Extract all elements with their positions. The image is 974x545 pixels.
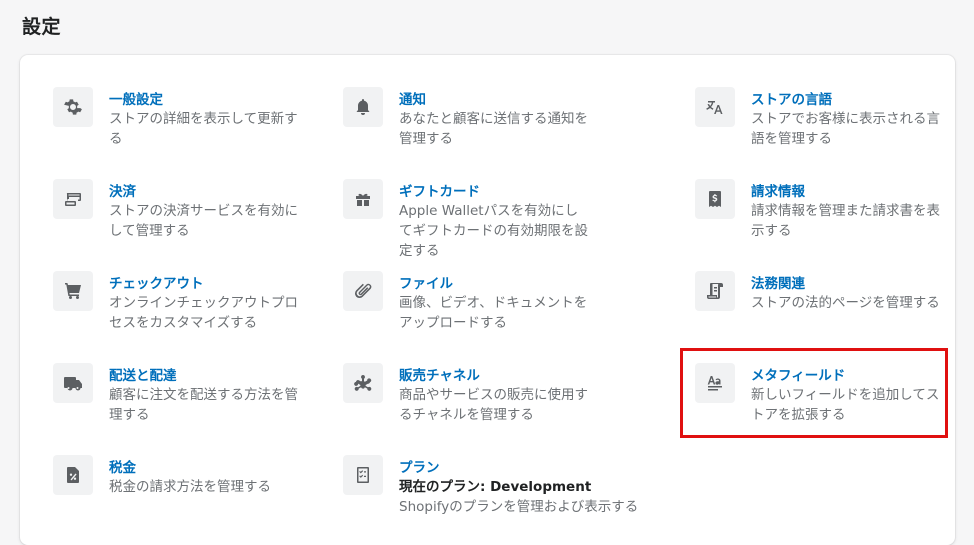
setting-payments[interactable]: 決済 ストアの決済サービスを有効にして管理する xyxy=(53,179,323,259)
channels-icon xyxy=(343,363,383,403)
setting-title: ストアの言語 xyxy=(751,92,832,108)
setting-gift-cards[interactable]: ギフトカード Apple Walletパスを有効にしてギフトカードの有効期限を設… xyxy=(343,179,613,259)
setting-description: ストアでお客様に表示される言語を管理する xyxy=(751,111,940,147)
setting-sales-channels[interactable]: 販売チャネル 商品やサービスの販売に使用するチャネルを管理する xyxy=(343,363,613,443)
cart-icon xyxy=(53,271,93,311)
setting-description: オンラインチェックアウトプロセスをカスタマイズする xyxy=(109,295,298,331)
gear-icon xyxy=(53,87,93,127)
setting-plan[interactable]: プラン 現在のプラン: Development Shopifyのプランを管理およ… xyxy=(343,455,643,535)
setting-description: 画像、ビデオ、ドキュメントをアップロードする xyxy=(399,295,588,331)
setting-notifications[interactable]: 通知 あなたと顧客に送信する通知を管理する xyxy=(343,87,613,167)
setting-title: 通知 xyxy=(399,92,426,108)
truck-icon xyxy=(53,363,93,403)
setting-title: 法務関連 xyxy=(751,276,805,292)
setting-title: プラン xyxy=(399,460,440,476)
settings-card: 一般設定 ストアの詳細を表示して更新する 通知 あなたと顧客に送信する通知を管理… xyxy=(20,55,955,545)
billing-icon xyxy=(695,179,735,219)
setting-title: 請求情報 xyxy=(751,184,805,200)
setting-title: 税金 xyxy=(109,460,136,476)
setting-description: 現在のプラン: Development Shopifyのプランを管理および表示す… xyxy=(399,477,659,517)
translate-icon xyxy=(695,87,735,127)
setting-description: 顧客に注文を配送する方法を管理する xyxy=(109,387,298,423)
setting-general[interactable]: 一般設定 ストアの詳細を表示して更新する xyxy=(53,87,323,167)
bell-icon xyxy=(343,87,383,127)
setting-checkout[interactable]: チェックアウト オンラインチェックアウトプロセスをカスタマイズする xyxy=(53,271,323,351)
setting-metafields[interactable]: メタフィールド 新しいフィールドを追加してストアを拡張する xyxy=(695,363,965,443)
setting-description: ストアの決済サービスを有効にして管理する xyxy=(109,203,298,239)
setting-store-languages[interactable]: ストアの言語 ストアでお客様に表示される言語を管理する xyxy=(695,87,965,167)
metafield-icon xyxy=(695,363,735,403)
tax-icon xyxy=(53,455,93,495)
setting-title: 決済 xyxy=(109,184,136,200)
paperclip-icon xyxy=(343,271,383,311)
legal-icon xyxy=(695,271,735,311)
setting-description: ストアの法的ページを管理する xyxy=(751,295,940,311)
plan-icon xyxy=(343,455,383,495)
setting-description: 請求情報を管理また請求書を表示する xyxy=(751,203,940,239)
setting-billing[interactable]: 請求情報 請求情報を管理また請求書を表示する xyxy=(695,179,965,259)
current-plan-label: 現在のプラン: Development xyxy=(399,479,592,495)
payment-icon xyxy=(53,179,93,219)
setting-description: 税金の請求方法を管理する xyxy=(109,479,271,495)
page-title: 設定 xyxy=(22,16,62,38)
setting-title: チェックアウト xyxy=(109,276,204,292)
setting-description: Apple Walletパスを有効にしてギフトカードの有効期限を設定する xyxy=(399,203,588,259)
setting-title: ギフトカード xyxy=(399,184,480,200)
setting-taxes[interactable]: 税金 税金の請求方法を管理する xyxy=(53,455,323,535)
setting-title: メタフィールド xyxy=(751,368,846,384)
setting-title: 一般設定 xyxy=(109,92,163,108)
plan-description: Shopifyのプランを管理および表示する xyxy=(399,499,639,515)
setting-description: ストアの詳細を表示して更新する xyxy=(109,111,298,147)
setting-title: 配送と配達 xyxy=(109,368,177,384)
setting-shipping[interactable]: 配送と配達 顧客に注文を配送する方法を管理する xyxy=(53,363,323,443)
setting-description: 新しいフィールドを追加してストアを拡張する xyxy=(751,387,940,423)
setting-title: ファイル xyxy=(399,276,453,292)
gift-icon xyxy=(343,179,383,219)
setting-description: あなたと顧客に送信する通知を管理する xyxy=(399,111,588,147)
setting-legal[interactable]: 法務関連 ストアの法的ページを管理する xyxy=(695,271,965,351)
setting-files[interactable]: ファイル 画像、ビデオ、ドキュメントをアップロードする xyxy=(343,271,613,351)
setting-title: 販売チャネル xyxy=(399,368,480,384)
setting-description: 商品やサービスの販売に使用するチャネルを管理する xyxy=(399,387,588,423)
